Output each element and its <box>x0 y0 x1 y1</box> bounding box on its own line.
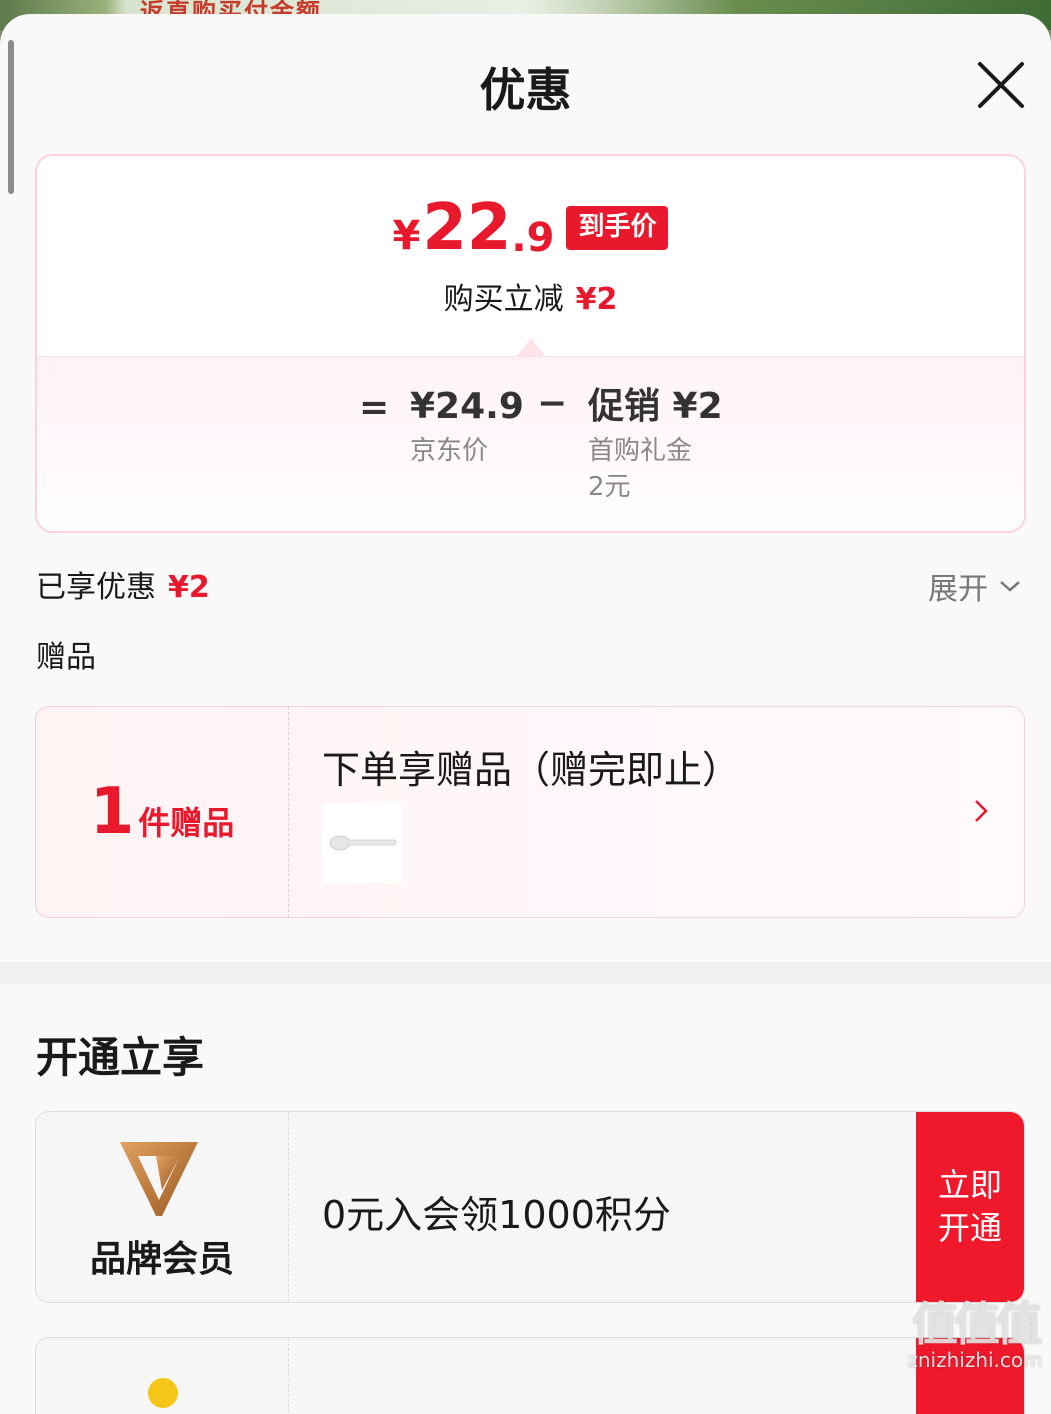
enjoyed-discount: 已享优惠 ¥2 <box>36 562 210 606</box>
breakdown-notch <box>517 338 545 356</box>
member-description: 0元入会领1000积分 <box>322 1193 671 1237</box>
open-now-line2: 开通 <box>937 1209 1002 1247</box>
expand-label: 展开 <box>928 572 988 607</box>
gift-count-label: 件赠品 <box>138 804 235 842</box>
promotion-sheet: 优惠 ¥ 22 .9 到手价 购买立减 ¥2 = ¥24.9 京东价 − 促销 … <box>0 14 1051 1414</box>
member-name: 品牌会员 <box>89 1239 234 1280</box>
close-button[interactable] <box>972 56 1030 114</box>
gift-section-title: 赠品 <box>36 640 96 675</box>
chevron-down-icon <box>1000 581 1020 592</box>
spoon-icon <box>329 835 397 851</box>
reduce-row: 购买立减 ¥2 <box>37 274 1024 318</box>
final-price-badge: 到手价 <box>566 206 669 250</box>
gift-count: 1 <box>89 775 135 849</box>
open-section-title: 开通立享 <box>36 1033 205 1082</box>
reduce-amount: ¥2 <box>575 282 618 317</box>
watermark-site: znizhizhi.com <box>907 1348 1043 1372</box>
close-icon <box>978 62 1024 108</box>
brand-member-logo <box>118 1138 200 1224</box>
enjoyed-amount: ¥2 <box>168 570 210 605</box>
member-logo-block: 品牌会员 <box>36 1112 289 1302</box>
section-divider <box>0 962 1051 984</box>
currency-symbol: ¥ <box>392 213 421 259</box>
page-title: 优惠 <box>479 63 572 117</box>
final-price-block: ¥ 22 .9 到手价 购买立减 ¥2 <box>37 196 1024 318</box>
open-now-button[interactable]: 立即 开通 <box>916 1112 1024 1302</box>
price-breakdown: = ¥24.9 京东价 − 促销 ¥2 首购礼金 2元 <box>37 356 1024 531</box>
gift-arrow[interactable] <box>972 797 990 829</box>
second-member-logo-icon <box>148 1378 178 1408</box>
jd-price-label: 京东价 <box>410 435 489 466</box>
promo-label-line1: 首购礼金 <box>588 435 693 466</box>
promo-column: 促销 ¥2 首购礼金 2元 <box>588 387 723 505</box>
equals-sign: = <box>359 387 390 428</box>
reduce-label: 购买立减 <box>443 282 564 317</box>
chevron-right-icon <box>975 800 988 822</box>
jd-price-column: ¥24.9 京东价 <box>410 387 524 469</box>
v-logo-icon <box>120 1142 198 1216</box>
minus-sign: − <box>537 383 568 424</box>
promo-value: 促销 ¥2 <box>588 386 723 427</box>
watermark-logo: 值值值 <box>912 1297 1042 1351</box>
second-member-logo-block <box>36 1338 289 1414</box>
jd-price-value: ¥24.9 <box>410 386 524 427</box>
price-decimal: .9 <box>511 215 555 261</box>
gift-count-block: 1 件赠品 <box>36 707 289 917</box>
promo-label-line2: 2元 <box>588 471 631 502</box>
enjoyed-label: 已享优惠 <box>36 570 156 605</box>
watermark: 值值值 znizhizhi.com <box>900 1288 1050 1382</box>
price-card: ¥ 22 .9 到手价 购买立减 ¥2 = ¥24.9 京东价 − 促销 ¥2 首… <box>35 154 1026 533</box>
second-member-card <box>35 1337 1025 1414</box>
gift-description: 下单享赠品（赠完即止） <box>322 748 741 792</box>
promo-label: 首购礼金 2元 <box>588 433 723 506</box>
price-integer: 22 <box>422 191 512 265</box>
gift-thumbnail[interactable] <box>322 803 402 883</box>
gift-card[interactable]: 1 件赠品 下单享赠品（赠完即止） <box>35 706 1025 918</box>
brand-member-card: 品牌会员 0元入会领1000积分 立即 开通 <box>35 1111 1025 1303</box>
final-price: ¥ 22 .9 到手价 <box>393 196 669 260</box>
expand-button[interactable]: 展开 <box>928 564 1022 608</box>
open-now-line1: 立即 <box>937 1165 1002 1204</box>
